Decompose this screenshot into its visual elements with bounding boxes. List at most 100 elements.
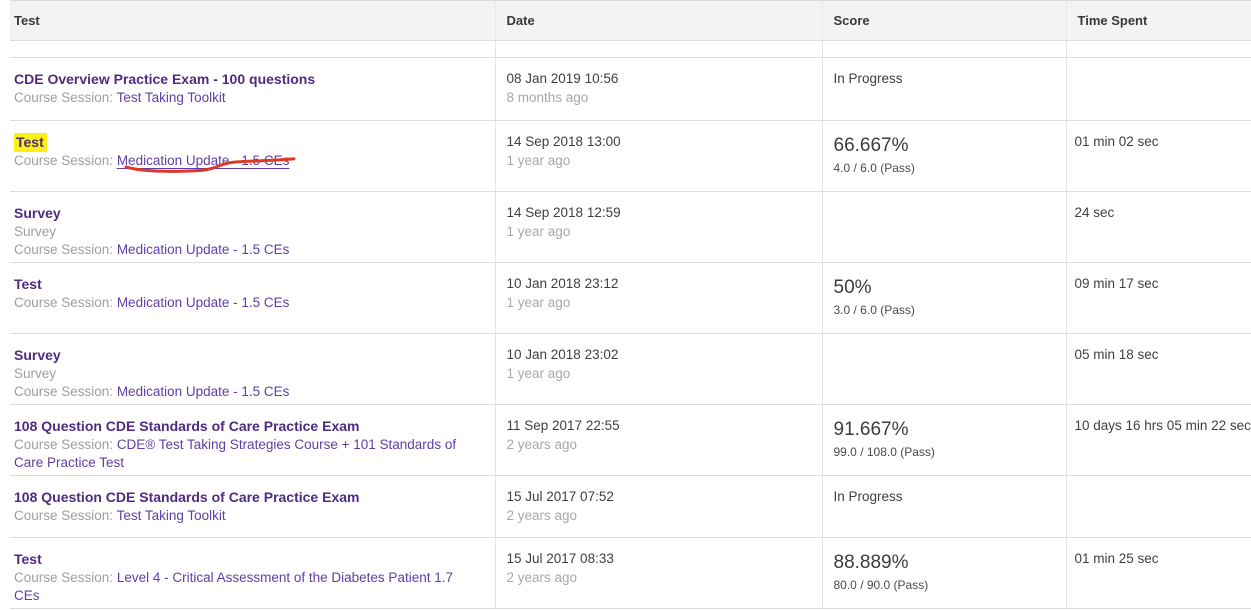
- test-subtitle: Survey: [14, 223, 481, 241]
- table-row: Survey Survey Course Session: Medication…: [10, 192, 1251, 263]
- test-subtitle: Survey: [14, 365, 481, 383]
- score-cell: 66.667% 4.0 / 6.0 (Pass): [822, 121, 1066, 192]
- score-cell: [822, 192, 1066, 263]
- test-title-link[interactable]: Test: [14, 551, 42, 567]
- test-cell: Survey Survey Course Session: Medication…: [10, 192, 495, 263]
- test-title-link[interactable]: Survey: [14, 205, 61, 221]
- date-relative: 1 year ago: [507, 364, 812, 383]
- column-header-score[interactable]: Score: [822, 1, 1066, 41]
- test-title-link[interactable]: Survey: [14, 347, 61, 363]
- score-cell: In Progress: [822, 58, 1066, 121]
- score-fraction: 4.0 / 6.0 (Pass): [834, 160, 1056, 177]
- date-cell: 11 Sep 2017 22:55 2 years ago: [495, 405, 822, 476]
- table-row: 108 Question CDE Standards of Care Pract…: [10, 405, 1251, 476]
- column-header-date[interactable]: Date: [495, 1, 822, 41]
- time-spent-value: 24 sec: [1075, 204, 1251, 222]
- test-title-link[interactable]: 108 Question CDE Standards of Care Pract…: [14, 418, 359, 434]
- time-spent-value: 09 min 17 sec: [1075, 275, 1251, 293]
- time-spent-value: 05 min 18 sec: [1075, 346, 1251, 364]
- test-cell: Test Course Session: Level 4 - Critical …: [10, 538, 495, 609]
- date-cell: 14 Sep 2018 13:00 1 year ago: [495, 121, 822, 192]
- score-status: In Progress: [834, 70, 1056, 88]
- test-cell: Test Course Session: Medication Update -…: [10, 121, 495, 192]
- date-relative: 2 years ago: [507, 435, 812, 454]
- date-relative: 1 year ago: [507, 151, 812, 170]
- table-header: Test Date Score Time Spent: [10, 1, 1251, 41]
- time-spent-value: 01 min 02 sec: [1075, 133, 1251, 151]
- date-value: 15 Jul 2017 07:52: [507, 488, 812, 506]
- score-percent: 88.889%: [834, 550, 1056, 575]
- table-row: CDE Overview Practice Exam - 100 questio…: [10, 58, 1251, 121]
- transcript-page: Test Date Score Time Spent CDE Overview …: [10, 0, 1251, 609]
- score-cell: 50% 3.0 / 6.0 (Pass): [822, 263, 1066, 334]
- time-spent-value: 10 days 16 hrs 05 min 22 sec: [1075, 417, 1251, 435]
- course-session-label: Course Session:: [14, 295, 117, 310]
- course-session-link[interactable]: Medication Update - 1.5 CEs: [117, 295, 290, 310]
- test-cell: 108 Question CDE Standards of Care Pract…: [10, 476, 495, 538]
- course-session-link[interactable]: Medication Update - 1.5 CEs: [117, 242, 290, 257]
- time-spent-cell: 09 min 17 sec: [1066, 263, 1251, 334]
- red-underline-annotation: [112, 156, 298, 174]
- score-cell: 88.889% 80.0 / 90.0 (Pass): [822, 538, 1066, 609]
- time-spent-value: 01 min 25 sec: [1075, 550, 1251, 568]
- date-value: 08 Jan 2019 10:56: [507, 70, 812, 88]
- date-value: 11 Sep 2017 22:55: [507, 417, 812, 435]
- score-cell: 91.667% 99.0 / 108.0 (Pass): [822, 405, 1066, 476]
- date-relative: 2 years ago: [507, 506, 812, 525]
- date-value: 15 Jul 2017 08:33: [507, 550, 812, 568]
- score-percent: 50%: [834, 275, 1056, 300]
- score-cell: In Progress: [822, 476, 1066, 538]
- score-status: In Progress: [834, 488, 1056, 506]
- score-percent: 66.667%: [834, 133, 1056, 158]
- column-header-test[interactable]: Test: [10, 1, 495, 41]
- course-session-label: Course Session:: [14, 570, 117, 585]
- date-cell: 10 Jan 2018 23:12 1 year ago: [495, 263, 822, 334]
- table-row-highlighted: Test Course Session: Medication Update -…: [10, 121, 1251, 192]
- time-spent-cell: 01 min 25 sec: [1066, 538, 1251, 609]
- course-session-label: Course Session:: [14, 242, 117, 257]
- date-cell: 15 Jul 2017 08:33 2 years ago: [495, 538, 822, 609]
- date-value: 10 Jan 2018 23:02: [507, 346, 812, 364]
- column-header-time-spent[interactable]: Time Spent: [1066, 1, 1251, 41]
- date-value: 14 Sep 2018 13:00: [507, 133, 812, 151]
- date-cell: 08 Jan 2019 10:56 8 months ago: [495, 58, 822, 121]
- course-session-link[interactable]: Test Taking Toolkit: [117, 90, 226, 105]
- time-spent-cell: 10 days 16 hrs 05 min 22 sec: [1066, 405, 1251, 476]
- course-session-link[interactable]: Test Taking Toolkit: [117, 508, 226, 523]
- time-spent-cell: 01 min 02 sec: [1066, 121, 1251, 192]
- date-relative: 1 year ago: [507, 222, 812, 241]
- date-relative: 8 months ago: [507, 88, 812, 107]
- course-session-link[interactable]: Medication Update - 1.5 CEs: [117, 384, 290, 399]
- course-session-label: Course Session:: [14, 90, 117, 105]
- score-cell: [822, 334, 1066, 405]
- score-fraction: 3.0 / 6.0 (Pass): [834, 302, 1056, 319]
- date-cell: 15 Jul 2017 07:52 2 years ago: [495, 476, 822, 538]
- date-value: 14 Sep 2018 12:59: [507, 204, 812, 222]
- date-relative: 2 years ago: [507, 568, 812, 587]
- date-cell: 10 Jan 2018 23:02 1 year ago: [495, 334, 822, 405]
- score-fraction: 99.0 / 108.0 (Pass): [834, 444, 1056, 461]
- time-spent-cell: [1066, 58, 1251, 121]
- time-spent-cell: 05 min 18 sec: [1066, 334, 1251, 405]
- test-cell: CDE Overview Practice Exam - 100 questio…: [10, 58, 495, 121]
- activity-table: Test Date Score Time Spent CDE Overview …: [10, 0, 1251, 609]
- test-title-link-highlighted[interactable]: Test: [14, 133, 47, 152]
- test-title-link[interactable]: Test: [14, 276, 42, 292]
- clipped-row-stub: [10, 41, 1251, 58]
- course-session-label: Course Session:: [14, 153, 117, 168]
- date-value: 10 Jan 2018 23:12: [507, 275, 812, 293]
- date-relative: 1 year ago: [507, 293, 812, 312]
- time-spent-cell: 24 sec: [1066, 192, 1251, 263]
- test-title-link[interactable]: 108 Question CDE Standards of Care Pract…: [14, 489, 359, 505]
- score-percent: 91.667%: [834, 417, 1056, 442]
- table-row: 108 Question CDE Standards of Care Pract…: [10, 476, 1251, 538]
- table-row: Test Course Session: Level 4 - Critical …: [10, 538, 1251, 609]
- course-session-label: Course Session:: [14, 437, 117, 452]
- test-cell: 108 Question CDE Standards of Care Pract…: [10, 405, 495, 476]
- table-row: Survey Survey Course Session: Medication…: [10, 334, 1251, 405]
- test-cell: Survey Survey Course Session: Medication…: [10, 334, 495, 405]
- test-title-link[interactable]: CDE Overview Practice Exam - 100 questio…: [14, 71, 315, 87]
- course-session-label: Course Session:: [14, 384, 117, 399]
- date-cell: 14 Sep 2018 12:59 1 year ago: [495, 192, 822, 263]
- time-spent-cell: [1066, 476, 1251, 538]
